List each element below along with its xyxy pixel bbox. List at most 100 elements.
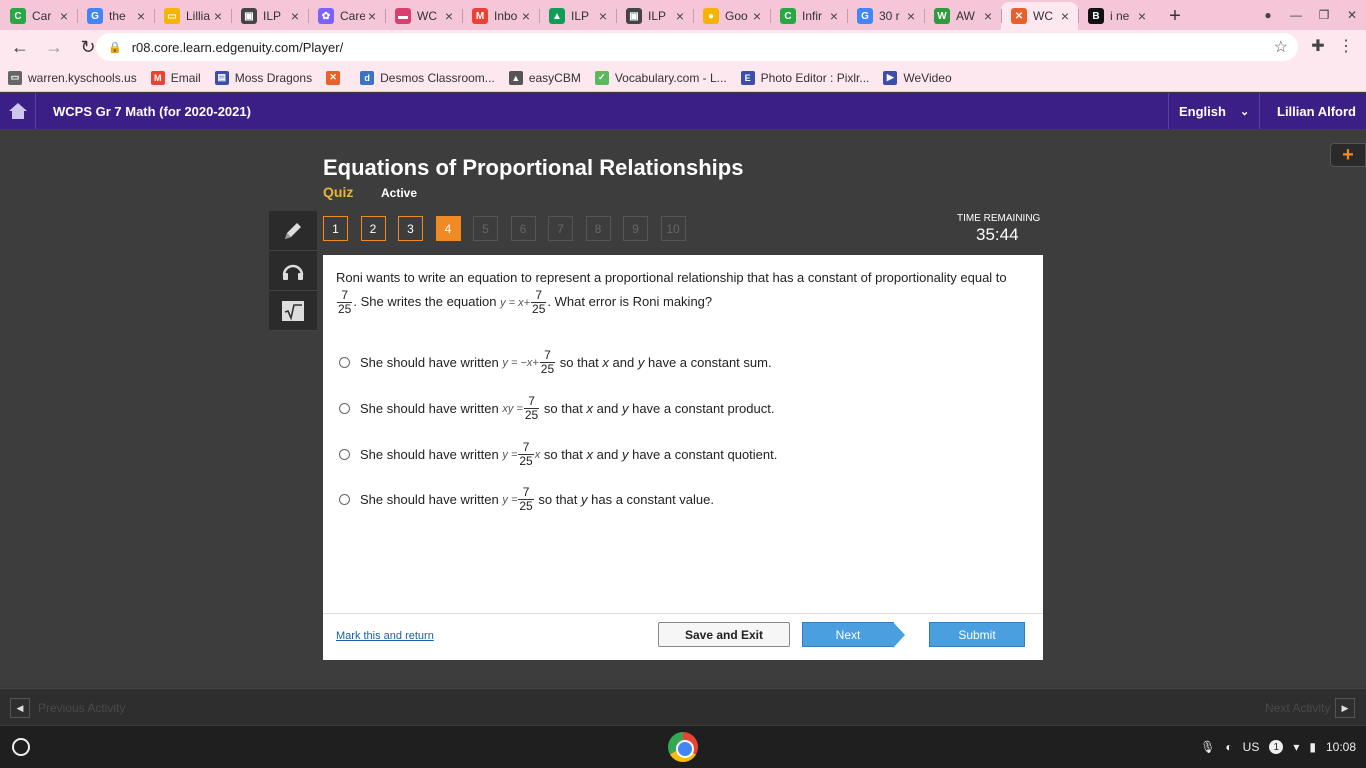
tab-favicon-icon: ✕ — [1011, 8, 1027, 24]
language-label: English — [1179, 103, 1226, 119]
minimize-icon[interactable]: — — [1282, 8, 1310, 22]
user-name[interactable]: Lillian Alford — [1277, 93, 1356, 129]
tab-close-icon[interactable]: × — [57, 8, 71, 24]
close-window-icon[interactable]: ✕ — [1338, 8, 1366, 22]
home-button[interactable] — [0, 93, 36, 129]
bookmark-item[interactable]: ▤ Moss Dragons — [214, 70, 312, 85]
tab-close-icon[interactable]: × — [211, 8, 225, 24]
answer-radio[interactable] — [339, 494, 350, 505]
choice-text: has a constant value. — [591, 492, 714, 507]
keyboard-language[interactable]: US — [1243, 740, 1260, 754]
next-activity-label[interactable]: Next Activity — [1265, 701, 1330, 715]
submit-button[interactable]: Submit — [929, 622, 1025, 647]
tool-palette — [269, 211, 317, 331]
back-icon[interactable]: ← — [6, 33, 34, 61]
language-select[interactable]: English ⌄ — [1168, 93, 1260, 129]
answer-choice-2[interactable]: She should have written xy = 7 25 so that … — [339, 395, 774, 422]
previous-activity-label[interactable]: Previous Activity — [38, 701, 125, 715]
question-1-button[interactable]: 1 — [323, 216, 348, 241]
question-3-button[interactable]: 3 — [398, 216, 423, 241]
tab-close-icon[interactable]: × — [981, 8, 995, 24]
calculator-tool[interactable] — [269, 291, 317, 331]
tab-favicon-icon: ▬ — [395, 8, 411, 24]
bookmark-item[interactable]: ▲ easyCBM — [508, 70, 581, 85]
bookmark-favicon-icon: ▶ — [883, 70, 898, 85]
answer-radio[interactable] — [339, 357, 350, 368]
microphone-icon[interactable]: 🎙 — [1200, 740, 1215, 754]
bookmark-item[interactable]: ▭ warren.kyschools.us — [8, 70, 137, 85]
bookmark-item[interactable]: M Email — [150, 70, 201, 85]
home-icon — [8, 103, 27, 119]
browser-menu-icon[interactable]: ⋮ — [1334, 34, 1358, 58]
browser-tab[interactable]: ▣ ILP × — [231, 2, 308, 30]
browser-tab[interactable]: ▣ ILP × — [616, 2, 693, 30]
address-bar[interactable]: 🔒 r08.core.learn.edgenuity.com/Player/ ☆ — [96, 33, 1298, 61]
bookmark-star-icon[interactable]: ☆ — [1274, 37, 1288, 57]
chevron-down-icon: ⌄ — [1239, 105, 1250, 118]
question-2-button[interactable]: 2 — [360, 216, 386, 241]
notification-badge[interactable]: 1 — [1269, 740, 1284, 754]
mark-and-return-link[interactable]: Mark this and return — [336, 630, 434, 642]
answer-radio[interactable] — [339, 403, 350, 414]
choice-text: have a constant quotient. — [632, 447, 778, 462]
answer-choice-3[interactable]: She should have written y = 7 25 x so that … — [339, 441, 777, 468]
answer-radio[interactable] — [339, 449, 350, 460]
bookmark-item[interactable]: ▶ WeVideo — [883, 70, 952, 85]
bookmark-item[interactable]: E Photo Editor : Pixlr... — [740, 70, 869, 85]
browser-tab[interactable]: ✕ WC × — [1001, 2, 1078, 30]
browser-tab[interactable]: C Car × — [0, 2, 77, 30]
tab-title: Goo — [725, 9, 748, 23]
browser-tab[interactable]: C Infir × — [770, 2, 847, 30]
browser-tab[interactable]: ▭ Lillia × — [154, 2, 231, 30]
browser-tab[interactable]: ● Goo × — [693, 2, 770, 30]
plus-icon[interactable]: + — [1330, 143, 1366, 167]
previous-activity-arrow-icon[interactable]: ◀ — [10, 698, 30, 718]
tab-close-icon[interactable]: × — [1058, 8, 1072, 24]
question-text-part: Roni wants to write an equation to repre… — [336, 270, 1007, 285]
restore-icon[interactable]: ❐ — [1310, 8, 1338, 22]
tab-close-icon[interactable]: × — [519, 8, 533, 24]
browser-tab[interactable]: G 30 r × — [847, 2, 924, 30]
browser-tab[interactable]: Bi ne × — [1078, 2, 1155, 30]
tab-close-icon[interactable]: × — [904, 8, 918, 24]
status-tray[interactable]: 🎙 ◐ US 1 ▾ ▮ 10:08 — [1190, 726, 1356, 768]
launcher-icon[interactable] — [12, 738, 30, 756]
tab-close-icon[interactable]: × — [442, 8, 456, 24]
answer-choice-4[interactable]: She should have written y = 7 25 so that y… — [339, 486, 714, 513]
forward-icon[interactable]: → — [40, 33, 68, 61]
choice-text: She should have written — [360, 492, 499, 507]
tab-close-icon[interactable]: × — [673, 8, 687, 24]
answer-choice-1[interactable]: She should have written y = −x+ 7 25 so th… — [339, 349, 772, 376]
tab-close-icon[interactable]: × — [596, 8, 610, 24]
question-8-button: 8 — [585, 216, 611, 241]
tab-close-icon[interactable]: × — [1135, 8, 1149, 24]
tab-favicon-icon: C — [780, 8, 796, 24]
tab-close-icon[interactable]: × — [827, 8, 841, 24]
fraction-numerator: 7 — [522, 440, 530, 454]
browser-tab[interactable]: W AW × — [924, 2, 1001, 30]
accessibility-icon[interactable]: ◐ — [1225, 740, 1232, 754]
lock-icon[interactable]: 🔒 — [108, 41, 122, 54]
new-tab-button[interactable]: + — [1161, 2, 1189, 30]
chrome-app-icon[interactable] — [668, 732, 698, 762]
tab-close-icon[interactable]: × — [288, 8, 302, 24]
pencil-tool[interactable] — [269, 211, 317, 251]
next-button[interactable]: Next — [802, 622, 905, 648]
save-and-exit-button[interactable]: Save and Exit — [658, 622, 790, 647]
tab-close-icon[interactable]: × — [365, 8, 379, 24]
browser-tab[interactable]: ▬ WC × — [385, 2, 462, 30]
bookmark-item[interactable]: d Desmos Classroom... — [360, 70, 495, 85]
next-activity-arrow-icon[interactable]: ▶ — [1335, 698, 1355, 718]
extensions-icon[interactable]: ✚ — [1306, 34, 1330, 58]
bookmark-item[interactable]: ✕ — [326, 70, 346, 85]
tab-close-icon[interactable]: × — [134, 8, 148, 24]
question-4-button[interactable]: 4 — [435, 216, 461, 241]
audio-tool[interactable] — [269, 251, 317, 291]
browser-tab[interactable]: M Inbo × — [462, 2, 539, 30]
profile-icon[interactable]: ● — [1254, 8, 1282, 22]
browser-tab[interactable]: ✿ Care × — [308, 2, 385, 30]
browser-tab[interactable]: Gthe × — [77, 2, 154, 30]
bookmark-item[interactable]: ✓ Vocabulary.com - L... — [594, 70, 727, 85]
tab-close-icon[interactable]: × — [750, 8, 764, 24]
browser-tab[interactable]: ▲ ILP × — [539, 2, 616, 30]
